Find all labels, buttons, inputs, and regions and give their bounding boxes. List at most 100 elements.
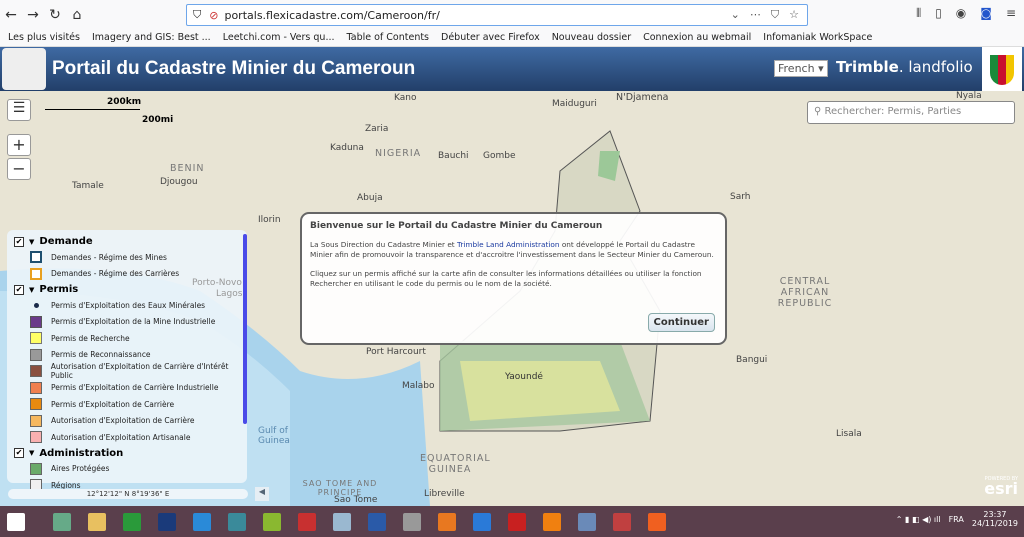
legend-scrollbar[interactable] [243,234,247,424]
search-icon: ⚲ [814,106,822,117]
taskbar-vscode-icon[interactable] [466,508,498,536]
legend-label: Permis d'Exploitation de la Mine Industr… [51,317,216,327]
back-icon[interactable]: ← [0,7,22,23]
trimble-logo: Trimble. landfolio [836,58,973,76]
scale-mi: 200mi [142,115,174,125]
taskbar-office-app-icon[interactable] [291,508,323,536]
taskbar-word-icon[interactable] [361,508,393,536]
map-label: Kaduna [330,143,364,153]
legend-item: Permis de Recherche [14,330,247,347]
map-label: Bangui [736,355,768,365]
legend-item: Permis d'Exploitation de Carrière Indust… [14,380,247,397]
time: 23:37 [983,510,1007,519]
map-label: Maiduguri [552,99,597,109]
country-label: NIGERIA [375,148,422,159]
legend-swatch [30,431,42,444]
portal-header: Portail du Cadastre Minier du Cameroun F… [0,47,1024,91]
url-text: portals.flexicadastre.com/Cameroon/fr/ [224,8,440,22]
checkbox[interactable]: ✔ [14,448,24,458]
legend-swatch [30,315,42,328]
taskbar-media-player-icon[interactable] [431,508,463,536]
legend-group[interactable]: ✔ ▼ Demande [14,234,247,249]
bookmark[interactable]: Débuter avec Firefox [441,32,540,43]
taskbar-file-explorer-icon[interactable] [81,508,113,536]
taskbar-start-icon[interactable] [0,508,32,536]
more-icon[interactable]: ⋯ [750,8,761,22]
taskbar-app-icon[interactable] [606,508,638,536]
legend-group[interactable]: ✔ ▼ Administration [14,446,247,461]
map-label: Bauchi [438,151,469,161]
checkbox[interactable]: ✔ [14,284,24,295]
bookmark[interactable]: Nouveau dossier [552,32,631,43]
menu-icon[interactable]: ≡ [1006,6,1016,21]
shield-icon: ⛉ [193,8,202,21]
extension-icon[interactable]: ◙ [980,6,992,21]
taskbar-calculator-icon[interactable] [571,508,603,536]
bookmark[interactable]: Infomaniak WorkSpace [763,32,872,43]
legend-panel: ✔ ▼ Demande Demandes - Régime des Mines Dema… [7,230,247,492]
taskbar-vlc-icon[interactable] [536,508,568,536]
scale-km: 200km [107,97,142,107]
legend-swatch [30,381,42,394]
caret-down-icon[interactable]: ▼ [29,286,34,294]
menu-button[interactable]: ☰ [7,99,31,121]
url-bar[interactable]: ⛉ ⊘ portals.flexicadastre.com/Cameroon/f… [186,4,808,26]
map-label: Nyala [956,91,982,101]
legend-swatch [30,414,42,427]
legend-swatch [30,251,42,264]
legend-swatch [30,365,42,378]
star-icon[interactable]: ☆ [789,8,799,22]
taskbar-store-icon[interactable] [116,508,148,536]
caret-down-icon[interactable]: ▼ [29,449,34,457]
taskbar-google-earth-icon[interactable] [256,508,288,536]
caret-down-icon[interactable]: ▼ [29,238,34,246]
legend-item: Permis d'Exploitation des Eaux Minérales [14,297,247,314]
legend-swatch [30,332,42,345]
zoom-out-button[interactable]: − [7,158,31,180]
country-label: SAO TOME AND PRINCIPE [302,479,378,497]
bookmark[interactable]: Les plus visités [8,32,80,43]
cameroon-crest [982,47,1022,91]
continue-button[interactable]: Continuer [647,313,715,332]
bookmark[interactable]: Leetchi.com - Vers qu... [223,32,335,43]
sidebar-icon[interactable]: ▯ [935,6,942,21]
legend-item: Aires Protégées [14,461,247,478]
legend-label: Aires Protégées [51,464,110,474]
taskbar-notepad++-icon[interactable] [46,508,78,536]
taskbar-network-icon[interactable] [396,508,428,536]
scale-bar: 200km 200mi [45,97,175,129]
trimble-link[interactable]: Trimble Land Administration [457,240,560,249]
map-label: N'Djamena [616,92,669,103]
taskbar-photoshop-icon[interactable] [151,508,183,536]
country-label: EQUATORIAL GUINEA [420,453,491,475]
taskbar-notepad-icon[interactable] [326,508,358,536]
reload-icon[interactable]: ↻ [44,7,66,23]
collapse-panel-button[interactable]: ◀ [255,487,269,501]
taskbar-firefox-icon[interactable] [641,508,673,536]
map-label: Gulf of Guinea [258,426,290,446]
library-icon[interactable]: ⫴ [916,6,921,21]
legend-label: Permis d'Exploitation de Carrière Indust… [51,383,219,393]
checkbox[interactable]: ✔ [14,236,24,247]
group-label: Permis [39,284,79,295]
taskbar-acrobat-icon[interactable] [501,508,533,536]
forward-icon[interactable]: → [22,7,44,23]
zoom-in-button[interactable]: + [7,134,31,156]
taskbar-search-app-icon[interactable] [221,508,253,536]
tray-icons[interactable]: ⌃ ▮ ◧ ◀) ıll [896,515,941,524]
account-icon[interactable]: ◉ [956,6,966,21]
clock[interactable]: 23:37 24/11/2019 [972,510,1018,528]
map[interactable]: Kano Maiduguri N'Djamena Zaria Kaduna Ba… [0,91,1024,506]
bookmark[interactable]: Table of Contents [347,32,430,43]
language-indicator[interactable]: FRA [949,515,964,524]
pocket-icon[interactable]: ⛉ [771,8,779,22]
bookmark[interactable]: Connexion au webmail [643,32,751,43]
taskbar-internet-explorer-icon[interactable] [186,508,218,536]
home-icon[interactable]: ⌂ [66,7,88,23]
language-select[interactable]: French ▾ [774,60,828,77]
bookmark[interactable]: Imagery and GIS: Best ... [92,32,211,43]
legend-item: Autorisation d'Exploitation Artisanale [14,429,247,446]
map-label: Djougou [160,177,198,187]
chevron-down-icon[interactable]: ⌄ [731,8,740,22]
search-input[interactable]: ⚲ Rechercher: Permis, Parties [807,101,1015,124]
